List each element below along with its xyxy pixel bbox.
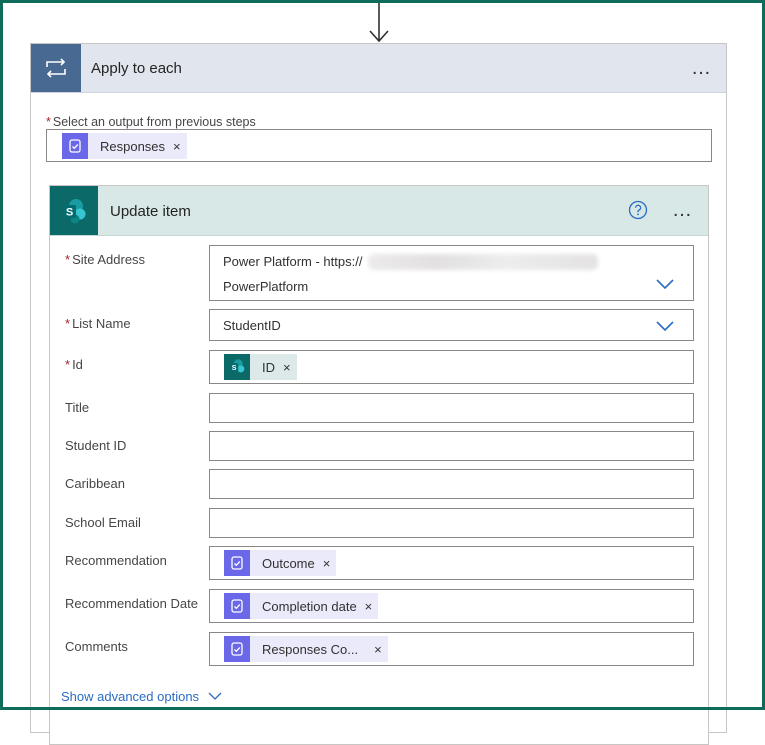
forms-icon xyxy=(224,550,250,576)
student-id-input[interactable] xyxy=(209,431,694,461)
update-item-title: Update item xyxy=(110,203,191,220)
recommendation-date-input[interactable]: Completion date × xyxy=(209,589,694,623)
completion-date-token-remove-button[interactable]: × xyxy=(361,599,379,614)
site-address-line1: Power Platform - https:// xyxy=(223,254,363,269)
id-token-label: ID xyxy=(262,359,275,375)
update-item-header[interactable]: S Update item … xyxy=(50,186,708,236)
student-id-label: Student ID xyxy=(65,438,127,453)
chevron-down-icon xyxy=(208,692,222,700)
title-label: Title xyxy=(65,400,90,415)
svg-text:S: S xyxy=(232,365,237,372)
responses-comments-token-label: Responses Co... xyxy=(262,641,359,657)
apply-to-each-card: Apply to each … * Select an output from p… xyxy=(30,43,727,745)
responses-comments-token-remove-button[interactable]: × xyxy=(362,642,388,657)
recommendation-input[interactable]: Outcome × xyxy=(209,546,694,580)
select-output-label-text: Select an output from previous steps xyxy=(52,115,256,129)
responses-token-remove-button[interactable]: × xyxy=(169,139,187,154)
caribbean-input[interactable] xyxy=(209,469,694,499)
update-item-card: S Update item … * Site Address Power Plat… xyxy=(49,185,709,745)
outcome-token-remove-button[interactable]: × xyxy=(319,556,337,571)
sharepoint-icon: S xyxy=(224,354,250,380)
show-advanced-options-link[interactable]: Show advanced options xyxy=(61,689,222,704)
sharepoint-icon: S xyxy=(50,186,98,235)
forms-icon xyxy=(224,593,250,619)
completion-date-token[interactable]: Completion date × xyxy=(224,593,379,619)
help-circle-icon[interactable] xyxy=(628,200,648,220)
apply-to-each-header[interactable]: Apply to each … xyxy=(31,44,726,93)
id-input[interactable]: S ID × xyxy=(209,350,694,384)
caribbean-label: Caribbean xyxy=(65,476,125,491)
update-item-more-options-button[interactable]: … xyxy=(672,200,694,220)
list-name-value: StudentID xyxy=(223,318,281,333)
forms-icon xyxy=(224,636,250,662)
responses-token[interactable]: Responses × xyxy=(62,133,187,159)
site-address-label: * Site Address xyxy=(65,252,146,267)
id-label: * Id xyxy=(65,357,83,372)
chevron-down-icon[interactable] xyxy=(655,320,675,332)
id-token[interactable]: S ID × xyxy=(224,354,297,380)
outcome-token-label: Outcome xyxy=(262,555,315,571)
flow-arrow-icon xyxy=(369,2,389,43)
responses-comments-token[interactable]: Responses Co... × xyxy=(224,636,388,662)
responses-token-label: Responses xyxy=(100,138,166,154)
school-email-input[interactable] xyxy=(209,508,694,538)
outcome-token[interactable]: Outcome × xyxy=(224,550,337,576)
required-mark: * xyxy=(46,115,51,129)
title-input[interactable] xyxy=(209,393,694,423)
recommendation-date-label: Recommendation Date xyxy=(65,596,198,611)
select-output-label: * Select an output from previous steps xyxy=(46,115,256,129)
school-email-label: School Email xyxy=(65,515,141,530)
redacted-url xyxy=(368,254,598,270)
apply-to-each-title: Apply to each xyxy=(91,60,182,77)
comments-input[interactable]: Responses Co... × xyxy=(209,632,694,666)
comments-label: Comments xyxy=(65,639,128,654)
loop-icon xyxy=(31,44,81,92)
select-output-input[interactable]: Responses × xyxy=(46,129,712,162)
list-name-label: * List Name xyxy=(65,316,131,331)
completion-date-token-label: Completion date xyxy=(262,598,357,614)
site-address-line2: PowerPlatform xyxy=(223,279,309,294)
chevron-down-icon[interactable] xyxy=(655,278,675,290)
recommendation-label: Recommendation xyxy=(65,553,167,568)
id-token-remove-button[interactable]: × xyxy=(279,360,297,375)
site-address-dropdown[interactable]: Power Platform - https:// PowerPlatform xyxy=(209,245,694,301)
forms-icon xyxy=(62,133,88,159)
list-name-dropdown[interactable]: StudentID xyxy=(209,309,694,341)
show-advanced-options-label: Show advanced options xyxy=(61,689,200,704)
svg-text:S: S xyxy=(66,206,73,218)
apply-each-more-options-button[interactable]: … xyxy=(691,58,713,78)
